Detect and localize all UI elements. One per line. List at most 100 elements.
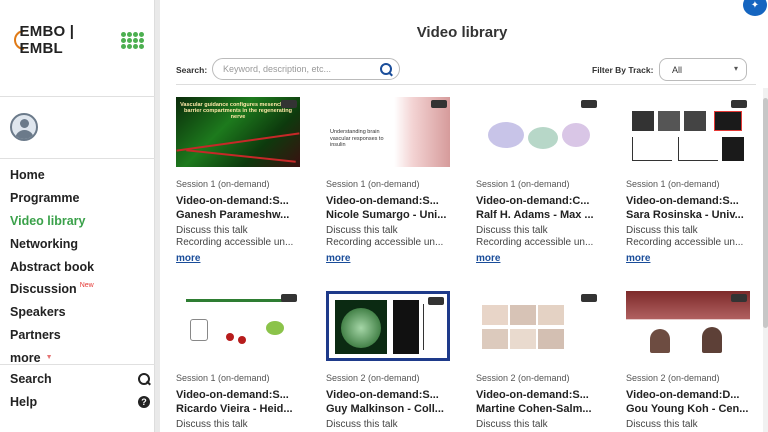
video-title[interactable]: Video-on-demand:D... <box>626 389 750 401</box>
video-title[interactable]: Video-on-demand:S... <box>176 195 300 207</box>
more-link[interactable]: more <box>176 253 200 264</box>
video-thumbnail[interactable] <box>476 97 600 167</box>
thumbnail-art <box>632 111 654 131</box>
video-speaker: Ganesh Parameshw... <box>176 209 290 221</box>
video-speaker: Ricardo Vieira - Heid... <box>176 403 293 415</box>
recording-access-text: Recording accessible un... <box>326 237 444 248</box>
scrollbar[interactable] <box>763 88 768 432</box>
sidebar-item-networking[interactable]: Networking <box>10 232 150 255</box>
video-thumbnail[interactable] <box>626 97 750 167</box>
video-thumbnail[interactable] <box>626 291 750 361</box>
video-title[interactable]: Video-on-demand:S... <box>476 389 600 401</box>
more-link[interactable]: more <box>626 253 650 264</box>
video-speaker: Sara Rosinska - Univ... <box>626 209 744 221</box>
video-speaker: Martine Cohen-Salm... <box>476 403 592 415</box>
app-window: EMBO | EMBL Home Programme Video library… <box>0 0 768 432</box>
help-icon: ? <box>138 395 150 408</box>
video-title[interactable]: Video-on-demand:S... <box>326 195 450 207</box>
sidebar-bottom: Search Help ? <box>10 367 150 413</box>
sidebar-help[interactable]: Help ? <box>10 390 150 413</box>
thumbnail-art <box>393 300 419 354</box>
video-card: Session 1 (on-demand) Video-on-demand:S.… <box>626 97 750 266</box>
thumbnail-art <box>226 333 234 341</box>
thumbnail-art <box>266 321 284 335</box>
sidebar-item-label: Speakers <box>10 305 66 320</box>
search-icon[interactable] <box>380 63 393 76</box>
thumbnail-art <box>684 111 706 131</box>
discuss-link[interactable]: Discuss this talk <box>626 225 750 236</box>
thumbnail-art <box>714 111 742 131</box>
video-title[interactable]: Video-on-demand:S... <box>326 389 450 401</box>
search-icon <box>138 372 150 385</box>
video-speaker: Gou Young Koh - Cen... <box>626 403 749 415</box>
search-input[interactable] <box>223 64 373 74</box>
sidebar-item-label: Networking <box>10 236 79 251</box>
video-title[interactable]: Video-on-demand:C... <box>476 195 600 207</box>
discuss-link[interactable]: Discuss this talk <box>476 419 600 430</box>
track-filter-select[interactable]: All ▾ <box>659 58 747 81</box>
video-card: Session 1 (on-demand) Video-on-demand:S.… <box>176 291 300 430</box>
avatar-body-icon <box>15 130 34 139</box>
embo-embl-logo[interactable]: EMBO | EMBL <box>14 22 144 58</box>
sidebar-item-video-library[interactable]: Video library <box>10 210 150 233</box>
thumbnail-art <box>510 329 536 349</box>
speaker-photo <box>650 329 670 353</box>
sidebar-item-abstract-book[interactable]: Abstract book <box>10 255 150 278</box>
thumbnail-art <box>238 336 246 344</box>
video-session: Session 2 (on-demand) <box>626 373 720 383</box>
video-card: Session 2 (on-demand) Video-on-demand:S.… <box>326 291 450 430</box>
avatar[interactable] <box>10 113 38 141</box>
sidebar-item-label: more <box>10 350 41 365</box>
discuss-link[interactable]: Discuss this talk <box>326 419 450 430</box>
sidebar-item-label: Programme <box>10 191 80 206</box>
video-title[interactable]: Video-on-demand:S... <box>176 389 300 401</box>
video-thumbnail[interactable] <box>326 291 450 361</box>
main-content: ✦ Video library Search: Filter By Track:… <box>160 0 768 432</box>
thumbnail-art <box>678 137 718 161</box>
logo-text: EMBO | EMBL <box>19 23 75 57</box>
page-title: Video library <box>416 24 508 41</box>
sidebar-item-programme[interactable]: Programme <box>10 187 150 210</box>
thumbnail-art <box>482 305 508 325</box>
thumbnail-art <box>176 132 300 152</box>
video-session: Session 1 (on-demand) <box>476 179 570 189</box>
sidebar-nav: Home Programme Video library Networking … <box>10 164 150 369</box>
thumbnail-art <box>658 111 680 131</box>
sidebar-item-more[interactable]: more ▼ <box>10 346 150 369</box>
video-card: Understanding brain vascular responses t… <box>326 97 450 266</box>
new-badge: New <box>79 281 94 289</box>
video-badge <box>731 294 747 302</box>
sidebar-divider <box>0 364 155 365</box>
video-thumbnail[interactable]: Understanding brain vascular responses t… <box>326 97 450 167</box>
video-badge <box>431 100 447 108</box>
sidebar-item-home[interactable]: Home <box>10 164 150 187</box>
video-thumbnail[interactable] <box>176 291 300 361</box>
discuss-link[interactable]: Discuss this talk <box>176 419 300 430</box>
sidebar-search[interactable]: Search <box>10 367 150 390</box>
video-session: Session 1 (on-demand) <box>176 179 270 189</box>
sidebar-item-partners[interactable]: Partners <box>10 324 150 347</box>
chevron-down-icon: ▾ <box>733 64 738 73</box>
video-thumbnail[interactable] <box>476 291 600 361</box>
discuss-link[interactable]: Discuss this talk <box>176 225 300 236</box>
video-speaker: Guy Malkinson - Coll... <box>326 403 444 415</box>
more-link[interactable]: more <box>326 253 350 264</box>
thumbnail-art <box>186 299 286 302</box>
sidebar-item-discussion[interactable]: Discussion New <box>10 278 150 301</box>
video-badge <box>581 100 597 108</box>
scrollbar-thumb[interactable] <box>763 98 768 328</box>
caret-down-icon: ▼ <box>45 354 53 362</box>
avatar-head-icon <box>20 119 29 128</box>
discuss-link[interactable]: Discuss this talk <box>476 225 600 236</box>
video-speaker: Ralf H. Adams - Max ... <box>476 209 594 221</box>
thumbnail-art <box>341 308 381 348</box>
video-thumbnail[interactable]: Vascular guidance configures mesenchymal… <box>176 97 300 167</box>
video-title[interactable]: Video-on-demand:S... <box>626 195 750 207</box>
discuss-link[interactable]: Discuss this talk <box>326 225 450 236</box>
sidebar-item-speakers[interactable]: Speakers <box>10 301 150 324</box>
video-badge <box>281 100 297 108</box>
discuss-link[interactable]: Discuss this talk <box>626 419 750 430</box>
thumbnail-art <box>482 329 508 349</box>
more-link[interactable]: more <box>476 253 500 264</box>
lightbulb-help-button[interactable]: ✦ <box>743 0 767 16</box>
